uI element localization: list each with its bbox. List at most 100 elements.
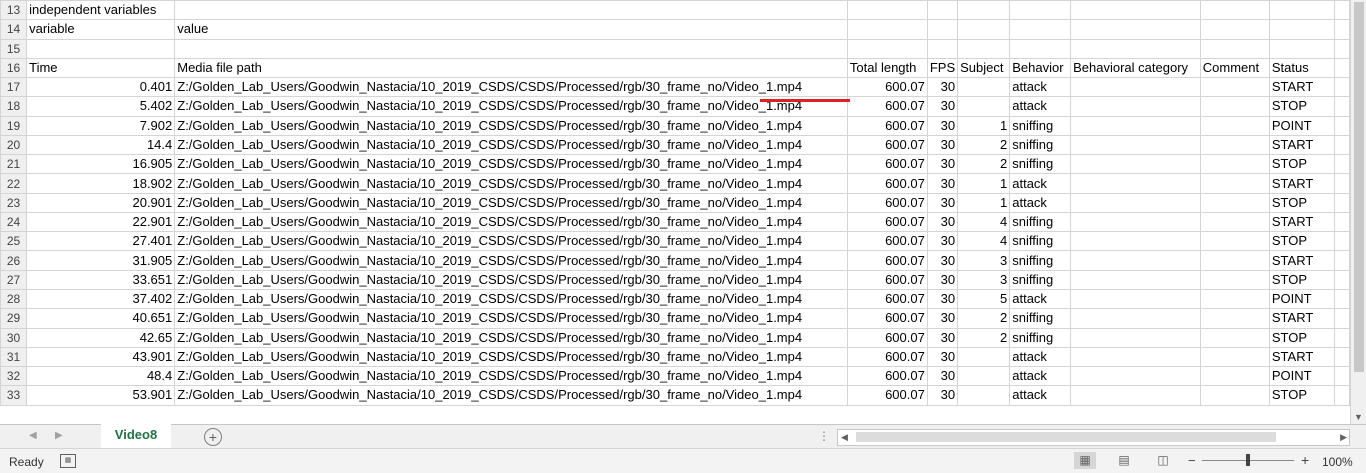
row-header[interactable]: 14 [0,19,28,40]
cell[interactable]: Z:/Golden_Lab_Users/Goodwin_Nastacia/10_… [174,173,848,194]
row-header[interactable]: 17 [0,77,28,98]
cell[interactable] [1334,250,1350,271]
cell[interactable] [1199,192,1270,213]
cell[interactable]: 600.07 [846,192,928,213]
cell[interactable] [1334,269,1350,290]
cell[interactable] [1070,231,1201,252]
cell[interactable]: attack [1009,192,1072,213]
cell[interactable]: attack [1009,77,1072,98]
cell[interactable]: 30 [926,269,959,290]
cell[interactable]: Comment [1199,57,1270,79]
cell[interactable]: START [1268,134,1336,156]
cell[interactable]: Z:/Golden_Lab_Users/Goodwin_Nastacia/10_… [174,211,848,233]
cell[interactable] [1334,211,1350,233]
cell[interactable]: attack [1009,96,1072,117]
cell[interactable]: Time [26,57,176,79]
cell[interactable]: sniffing [1009,308,1072,329]
horizontal-scroll-thumb[interactable] [856,432,1276,442]
cell[interactable]: 33.651 [26,269,176,290]
cell[interactable]: sniffing [1009,115,1072,136]
cell[interactable]: 14.4 [26,134,176,156]
cell[interactable] [1070,327,1201,348]
row-header[interactable]: 13 [0,0,28,21]
cell[interactable]: value [174,19,848,40]
row-header[interactable]: 31 [0,346,28,368]
cell[interactable]: 5.402 [26,96,176,117]
cell[interactable]: 600.07 [846,250,928,271]
cell[interactable]: START [1268,250,1336,271]
cell[interactable]: 4 [957,211,1011,233]
cell[interactable] [1070,38,1201,59]
cell[interactable] [1199,96,1270,117]
cell[interactable]: 30 [926,77,959,98]
cell[interactable]: 30 [926,385,959,406]
cell[interactable] [1199,366,1270,387]
cell[interactable] [1334,77,1350,98]
cell[interactable] [1334,385,1350,406]
cell[interactable]: POINT [1268,366,1336,387]
cell[interactable]: 30 [926,154,959,175]
cell[interactable]: 37.402 [26,288,176,310]
cell[interactable] [1070,0,1201,21]
cell[interactable]: Z:/Golden_Lab_Users/Goodwin_Nastacia/10_… [174,308,848,329]
cell[interactable] [1199,173,1270,194]
cell[interactable] [1070,115,1201,136]
cell[interactable]: 0.401 [26,77,176,98]
cell[interactable] [1199,211,1270,233]
row-header[interactable]: 15 [0,38,28,59]
cell[interactable]: 30 [926,366,959,387]
add-sheet-icon[interactable]: + [204,428,222,446]
cell[interactable] [1070,288,1201,310]
cell[interactable]: 30 [926,96,959,117]
cell[interactable]: 18.902 [26,173,176,194]
cell[interactable]: STOP [1268,269,1336,290]
cell[interactable]: 600.07 [846,366,928,387]
cell[interactable] [1070,173,1201,194]
cell[interactable]: 2 [957,154,1011,175]
cell[interactable]: 30 [926,231,959,252]
cell[interactable]: 600.07 [846,231,928,252]
cell[interactable]: 30 [926,211,959,233]
cell[interactable]: sniffing [1009,269,1072,290]
cell[interactable]: 40.651 [26,308,176,329]
cell[interactable] [1070,192,1201,213]
cell[interactable]: attack [1009,385,1072,406]
cell[interactable]: FPS [926,57,959,79]
cell[interactable] [1199,308,1270,329]
cell[interactable]: 2 [957,134,1011,156]
page-layout-icon[interactable]: ▤ [1113,452,1135,469]
cell[interactable]: 30 [926,134,959,156]
cell[interactable]: Behavior [1009,57,1072,79]
cell[interactable]: 600.07 [846,346,928,368]
cell[interactable]: attack [1009,366,1072,387]
cell[interactable]: Total length [846,57,928,79]
cell[interactable] [1334,57,1350,79]
cell[interactable] [1070,346,1201,368]
cell[interactable] [1334,288,1350,310]
cell[interactable]: 600.07 [846,327,928,348]
cell[interactable]: 3 [957,269,1011,290]
cell[interactable] [1334,154,1350,175]
zoom-level[interactable]: 100% [1322,455,1353,469]
row-header[interactable]: 22 [0,173,28,194]
cell[interactable] [1070,366,1201,387]
cell[interactable] [1334,173,1350,194]
cell[interactable] [1334,308,1350,329]
cell[interactable] [1199,385,1270,406]
cell[interactable]: 22.901 [26,211,176,233]
cell[interactable]: START [1268,308,1336,329]
cell[interactable]: Z:/Golden_Lab_Users/Goodwin_Nastacia/10_… [174,250,848,271]
row-header[interactable]: 23 [0,192,28,213]
cell[interactable]: START [1268,173,1336,194]
row-header[interactable]: 27 [0,269,28,290]
cell[interactable] [1070,211,1201,233]
cell[interactable] [1334,231,1350,252]
cell[interactable] [26,38,176,59]
cell[interactable]: START [1268,211,1336,233]
cell[interactable] [1334,0,1350,21]
cell[interactable]: 30 [926,250,959,271]
cell[interactable]: 30 [926,346,959,368]
cell[interactable]: 600.07 [846,385,928,406]
cell[interactable]: Z:/Golden_Lab_Users/Goodwin_Nastacia/10_… [174,77,848,98]
cell[interactable] [846,19,928,40]
